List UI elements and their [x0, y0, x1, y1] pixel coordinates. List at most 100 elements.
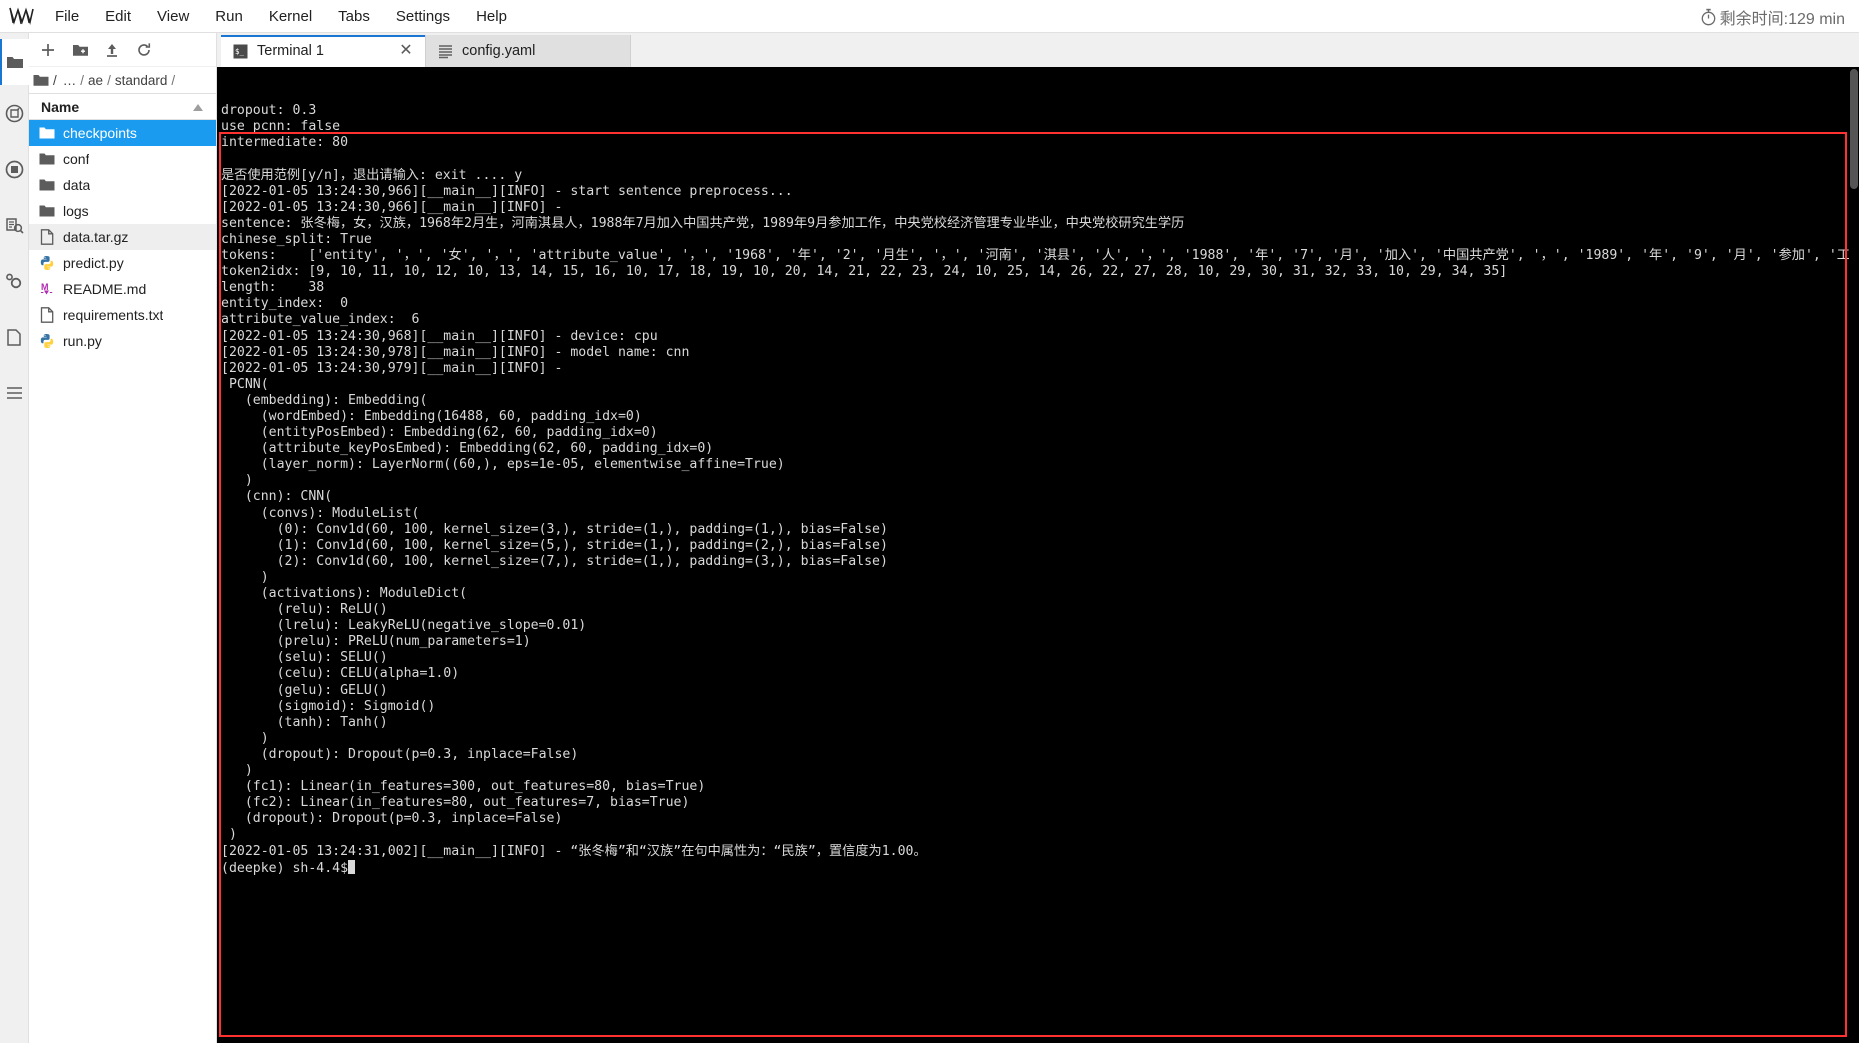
terminal-line: (relu): ReLU() [221, 602, 388, 618]
terminal-line: sentence: 张冬梅，女，汉族，1968年2月生，河南淇县人，1988年7… [221, 215, 1185, 231]
terminal-line: (dropout): Dropout(p=0.3, inplace=False) [221, 746, 579, 762]
file-list-item[interactable]: conf [29, 146, 216, 172]
terminal-line: (cnn): CNN( [221, 489, 333, 505]
terminal-line-config: use_pcnn: false [221, 119, 341, 135]
terminal-prompt-line[interactable]: (deepke) sh-4.4$ [221, 859, 1849, 877]
menu-tabs[interactable]: Tabs [325, 4, 383, 29]
file-list-item[interactable]: requirements.txt [29, 302, 216, 328]
sort-ascending-icon[interactable] [192, 99, 204, 115]
menu-kernel[interactable]: Kernel [256, 4, 325, 29]
terminal-scrollbar-thumb[interactable] [1850, 69, 1858, 189]
tab-bar: $_ Terminal 1 ✕ config.yaml✕ [217, 33, 1859, 67]
extension-manager-icon[interactable] [0, 85, 29, 141]
file-list-item[interactable]: data.tar.gz [29, 224, 216, 250]
terminal-line-config [221, 151, 1849, 167]
file-list-item-label: data [63, 177, 91, 193]
tab-label: config.yaml [462, 43, 536, 59]
breadcrumb-sep-3: / [171, 72, 176, 88]
running-terminals-icon[interactable] [0, 141, 29, 197]
breadcrumb: / … / ae / standard / [29, 67, 216, 94]
menu-edit[interactable]: Edit [92, 4, 144, 29]
python-icon [39, 333, 55, 349]
list-icon[interactable] [0, 365, 29, 421]
file-list-item-label: run.py [63, 333, 102, 349]
terminal-line: ) [221, 827, 237, 843]
terminal-line: attribute_value_index: 6 [221, 312, 420, 328]
file-browser-icon[interactable] [0, 39, 29, 85]
terminal-line-config: dropout: 0.3 [221, 103, 317, 119]
new-folder-button[interactable] [65, 36, 95, 64]
remaining-time-indicator: 剩余时间:129 min [1700, 0, 1845, 33]
tab-config-yaml[interactable]: config.yaml✕ [426, 35, 631, 67]
svg-text:$_: $_ [235, 47, 245, 56]
menu-view[interactable]: View [144, 4, 202, 29]
terminal-line: (layer_norm): LayerNorm((60,), eps=1e-05… [221, 457, 785, 473]
breadcrumb-standard[interactable]: standard [113, 73, 170, 88]
terminal-line: [2022-01-05 13:24:30,966][__main__][INFO… [221, 183, 793, 199]
terminal-prompt: (deepke) sh-4.4$ [221, 860, 349, 876]
new-launcher-button[interactable] [33, 36, 63, 64]
terminal-line: (sigmoid): Sigmoid() [221, 698, 436, 714]
file-list-item-label: README.md [63, 281, 147, 297]
terminal-line: (2): Conv1d(60, 100, kernel_size=(7,), s… [221, 553, 888, 569]
folder-icon[interactable] [33, 73, 49, 87]
file-list-item[interactable]: checkpoints [29, 120, 216, 146]
file-list-item[interactable]: data [29, 172, 216, 198]
terminal-line: [2022-01-05 13:24:30,978][__main__][INFO… [221, 344, 690, 360]
file-list: checkpoints conf data logs data.tar.gz predic… [29, 120, 216, 354]
upload-button[interactable] [97, 36, 127, 64]
file-list-header[interactable]: Name [29, 94, 216, 120]
terminal-line: ) [221, 763, 253, 779]
refresh-button[interactable] [129, 36, 159, 64]
menu-help[interactable]: Help [463, 4, 520, 29]
breadcrumb-ellipsis[interactable]: … [61, 73, 79, 88]
remaining-time-text: 剩余时间:129 min [1719, 10, 1845, 28]
settings-gear-icon[interactable] [0, 253, 29, 309]
terminal-output[interactable]: dropout: 0.3 use_pcnn: false intermediate:… [217, 67, 1849, 1043]
file-browser-toolbar [29, 33, 216, 67]
tab-terminal-1[interactable]: $_ Terminal 1 ✕ [221, 35, 426, 67]
open-tabs-icon[interactable] [0, 309, 29, 365]
file-browser-panel: / … / ae / standard / Name checkpoints co… [29, 33, 217, 1043]
terminal-line: (lrelu): LeakyReLU(negative_slope=0.01) [221, 618, 587, 634]
terminal-line: (selu): SELU() [221, 650, 388, 666]
folder-icon [39, 151, 55, 167]
breadcrumb-root[interactable]: / [51, 73, 59, 88]
terminal-line: (wordEmbed): Embedding(16488, 60, paddin… [221, 408, 642, 424]
menu-settings[interactable]: Settings [383, 4, 463, 29]
terminal-line: (fc2): Linear(in_features=80, out_featur… [221, 795, 690, 811]
menu-run[interactable]: Run [202, 4, 256, 29]
terminal-cursor [348, 859, 356, 874]
file-icon [39, 229, 55, 245]
terminal-scrollbar[interactable] [1849, 67, 1859, 1043]
dock-panel: $_ Terminal 1 ✕ config.yaml✕ dropout: 0.3us… [217, 33, 1859, 1043]
file-list-item[interactable]: predict.py [29, 250, 216, 276]
file-list-item-label: data.tar.gz [63, 229, 129, 245]
terminal-panel[interactable]: dropout: 0.3 use_pcnn: false intermediate:… [217, 67, 1859, 1043]
menu-file[interactable]: File [42, 4, 92, 29]
terminal-line: (activations): ModuleDict( [221, 586, 468, 601]
breadcrumb-ae[interactable]: ae [86, 73, 105, 88]
terminal-line: [2022-01-05 13:24:31,002][__main__][INFO… [221, 843, 927, 859]
terminal-line: (convs): ModuleList( [221, 505, 420, 521]
terminal-line: (tanh): Tanh() [221, 714, 388, 730]
folder-icon [39, 203, 55, 219]
close-icon[interactable]: ✕ [397, 42, 415, 60]
folder-icon [39, 177, 55, 193]
table-of-contents-search-icon[interactable] [0, 197, 29, 253]
folder-icon [39, 125, 55, 141]
yaml-file-icon [438, 44, 453, 59]
markdown-icon: M [39, 281, 55, 297]
file-list-item[interactable]: M README.md [29, 276, 216, 302]
terminal-line: [2022-01-05 13:24:30,968][__main__][INFO… [221, 328, 658, 344]
terminal-line: (attribute_keyPosEmbed): Embedding(62, 6… [221, 441, 714, 457]
terminal-line: (entityPosEmbed): Embedding(62, 60, padd… [221, 425, 658, 441]
file-list-item-label: predict.py [63, 255, 124, 271]
terminal-line: PCNN( [221, 376, 269, 392]
file-list-item[interactable]: logs [29, 198, 216, 224]
main-shell: / … / ae / standard / Name checkpoints co… [0, 33, 1859, 1043]
menu-bar: File Edit View Run Kernel Tabs Settings … [0, 0, 1859, 33]
terminal-line: length: 38 [221, 280, 325, 296]
activity-bar [0, 33, 29, 1043]
file-list-item[interactable]: run.py [29, 328, 216, 354]
